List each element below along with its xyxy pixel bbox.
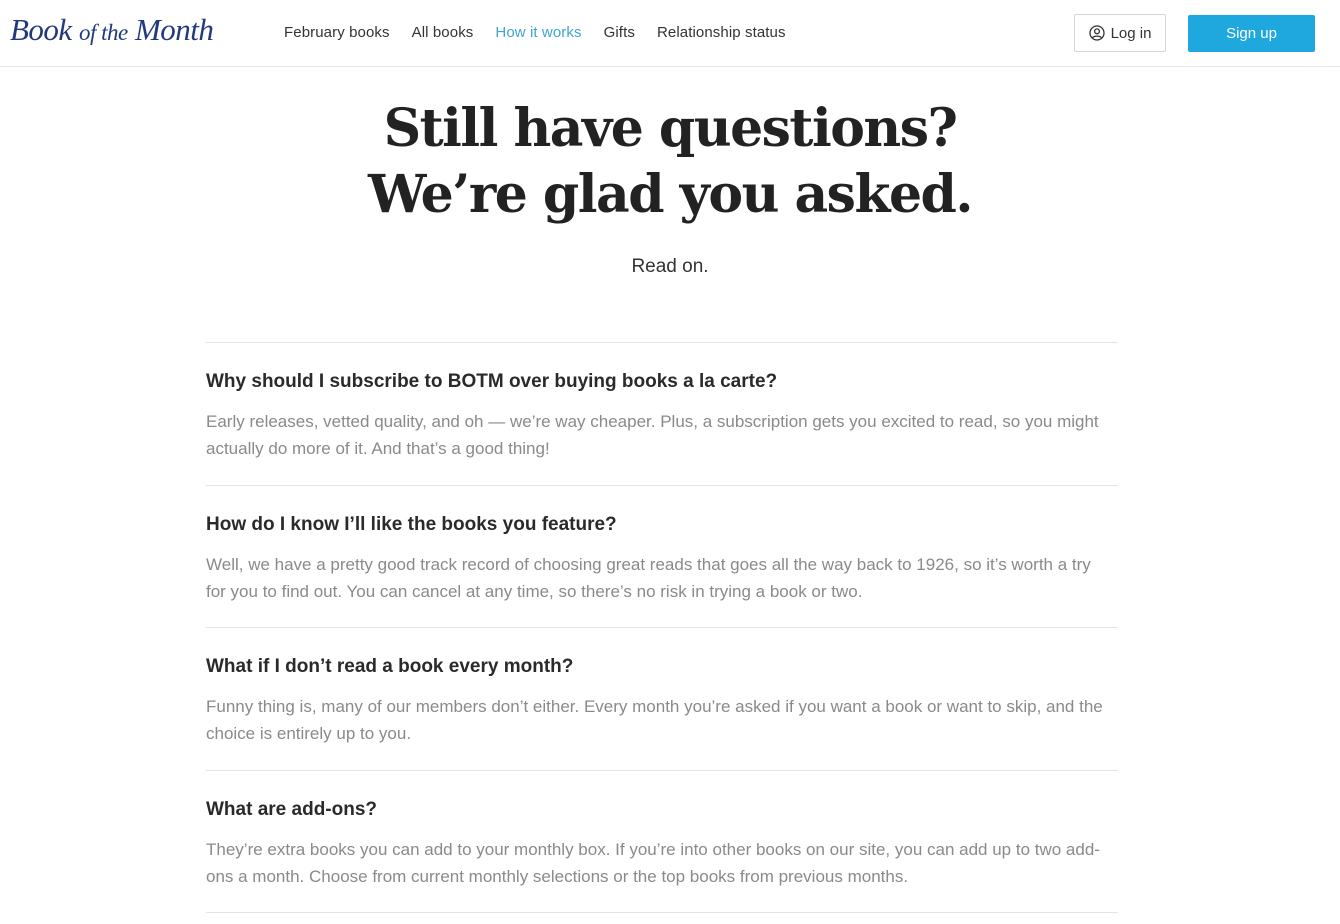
nav-all-books[interactable]: All books xyxy=(412,24,474,41)
main-nav: February books All books How it works Gi… xyxy=(284,24,786,41)
faq-item: What are add-ons? They’re extra books yo… xyxy=(206,771,1118,913)
hero-section: Still have questions? We’re glad you ask… xyxy=(0,96,1340,278)
faq-item: Why should I subscribe to BOTM over buyi… xyxy=(206,343,1118,486)
faq-answer: Well, we have a pretty good track record… xyxy=(206,554,1091,601)
nav-gifts[interactable]: Gifts xyxy=(604,24,635,41)
title-line-2: We’re glad you asked. xyxy=(367,164,974,225)
faq-item: What if I don’t read a book every month?… xyxy=(206,628,1118,771)
logo-word-book: Book xyxy=(10,12,72,47)
site-logo[interactable]: Book of the Month xyxy=(10,12,214,48)
faq-answer: Funny thing is, many of our members don’… xyxy=(206,697,1103,743)
site-header: Book of the Month February books All boo… xyxy=(0,0,1340,67)
faq-answer: They’re extra books you can add to your … xyxy=(206,839,1100,886)
page-title: Still have questions? We’re glad you ask… xyxy=(0,96,1340,228)
signup-button[interactable]: Sign up xyxy=(1188,15,1315,52)
faq-question[interactable]: Why should I subscribe to BOTM over buyi… xyxy=(206,370,1118,394)
user-circle-icon xyxy=(1088,25,1105,41)
title-line-1: Still have questions? xyxy=(383,98,958,159)
faq-question[interactable]: What are add-ons? xyxy=(206,798,1118,822)
faq-question[interactable]: How do I know I’ll like the books you fe… xyxy=(206,513,1118,537)
login-button[interactable]: Log in xyxy=(1074,14,1166,52)
faq-item: How do I know I’ll like the books you fe… xyxy=(206,486,1118,628)
nav-february-books[interactable]: February books xyxy=(284,24,390,41)
login-label: Log in xyxy=(1110,24,1152,42)
logo-word-month: Month xyxy=(134,12,214,47)
nav-relationship-status[interactable]: Relationship status xyxy=(657,24,786,41)
nav-how-it-works[interactable]: How it works xyxy=(495,24,581,41)
faq-list: Why should I subscribe to BOTM over buyi… xyxy=(206,342,1118,913)
faq-answer: Early releases, vetted quality, and oh —… xyxy=(206,412,1099,458)
page-subtitle: Read on. xyxy=(631,256,709,277)
logo-word-of-the: of the xyxy=(78,20,128,45)
faq-question[interactable]: What if I don’t read a book every month? xyxy=(206,655,1118,679)
